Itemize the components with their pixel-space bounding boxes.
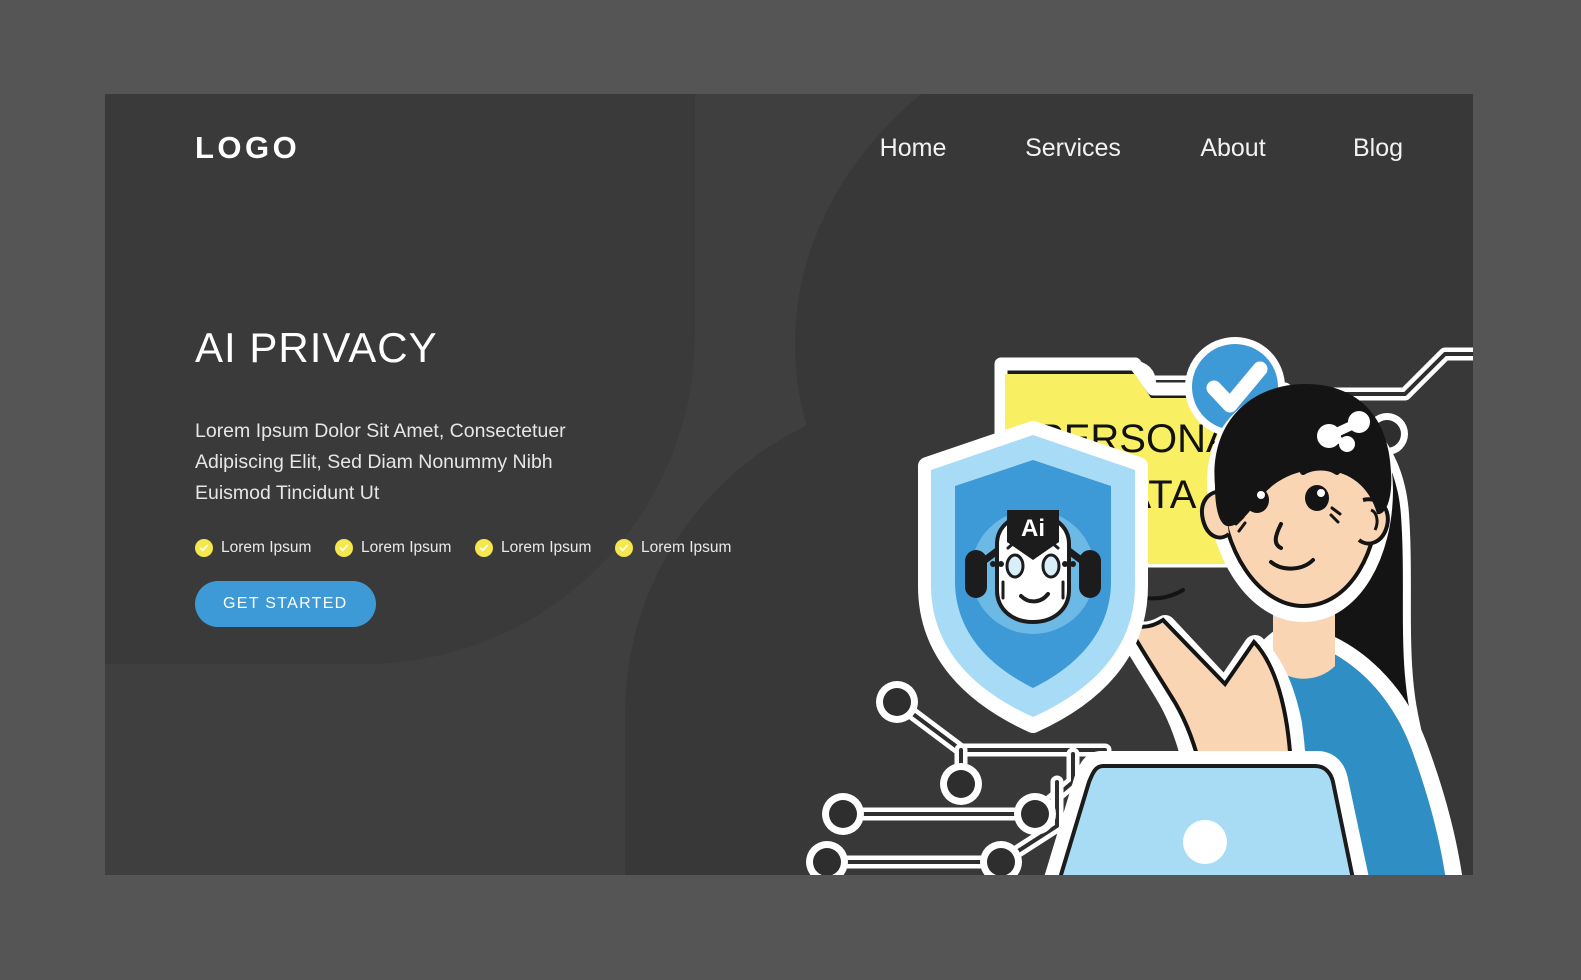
check-circle-icon <box>335 539 353 557</box>
check-circle-icon <box>195 539 213 557</box>
list-item-label: Lorem Ipsum <box>361 539 452 556</box>
get-started-button[interactable]: GET STARTED <box>195 581 376 627</box>
nav-item-about[interactable]: About <box>1153 134 1313 163</box>
nav-item-blog[interactable]: Blog <box>1313 134 1443 163</box>
main-navigation: Home Services About Blog <box>833 134 1443 163</box>
check-circle-icon <box>615 539 633 557</box>
list-item-label: Lorem Ipsum <box>501 539 592 556</box>
nav-item-home[interactable]: Home <box>833 134 993 163</box>
list-item: Lorem Ipsum <box>615 539 755 557</box>
hero-paragraph: Lorem Ipsum Dolor Sit Amet, Consectetuer… <box>195 420 566 504</box>
feature-bullet-list: Lorem Ipsum Lorem Ipsum Lorem Ipsum Lore… <box>195 539 755 557</box>
list-item: Lorem Ipsum <box>475 539 615 557</box>
site-header: LOGO Home Services About Blog <box>105 94 1473 214</box>
shield-icon: Ai <box>918 421 1148 733</box>
list-item-label: Lorem Ipsum <box>221 539 312 556</box>
nav-item-services[interactable]: Services <box>993 134 1153 163</box>
logo[interactable]: LOGO <box>195 130 300 166</box>
page-stage: LOGO Home Services About Blog AI PRIVACY… <box>0 0 1581 980</box>
hero-content: AI PRIVACY Lorem Ipsum Dolor Sit Amet, C… <box>195 324 755 627</box>
list-item: Lorem Ipsum <box>335 539 475 557</box>
hero-card: LOGO Home Services About Blog AI PRIVACY… <box>105 94 1473 875</box>
hero-illustration: PERSONAL DATA <box>805 214 1473 875</box>
page-title: AI PRIVACY <box>195 324 438 371</box>
list-item-label: Lorem Ipsum <box>641 539 732 556</box>
list-item: Lorem Ipsum <box>195 539 335 557</box>
check-circle-icon <box>475 539 493 557</box>
ai-label: Ai <box>1021 515 1045 542</box>
